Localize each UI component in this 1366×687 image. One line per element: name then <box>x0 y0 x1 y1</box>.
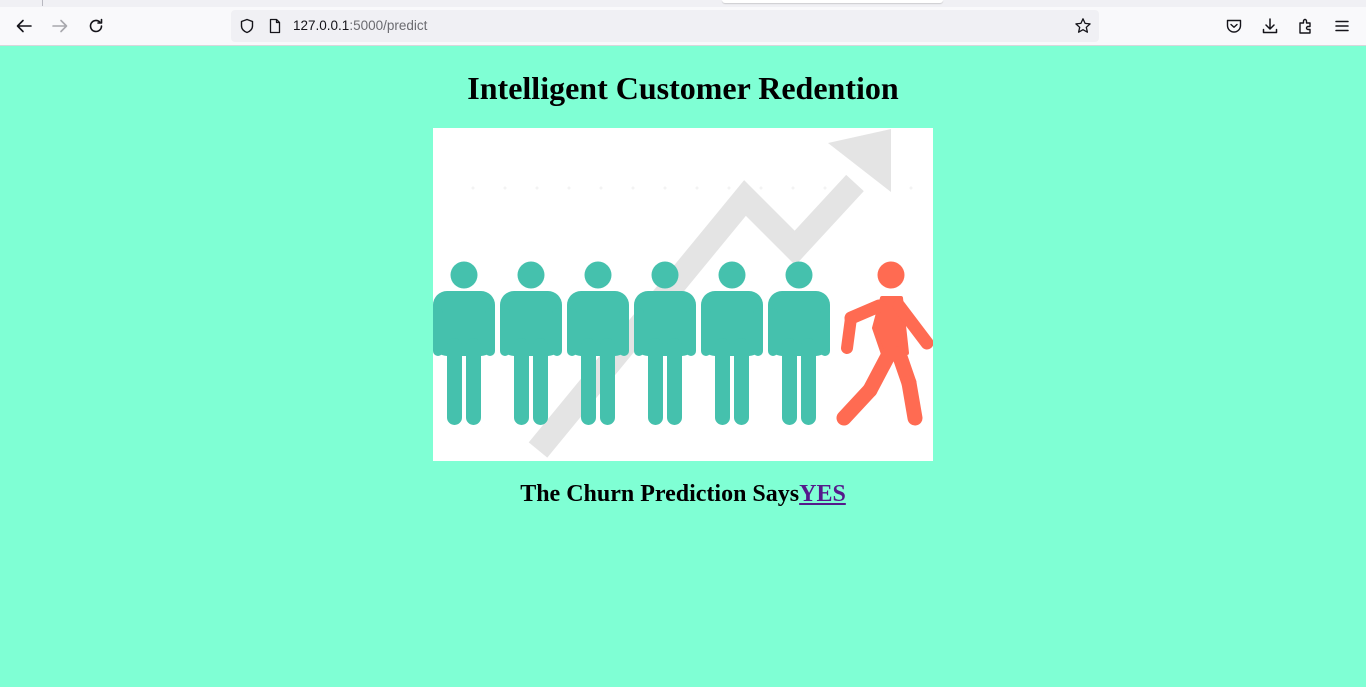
reload-button[interactable] <box>81 11 111 41</box>
arrow-left-icon <box>16 19 32 33</box>
puzzle-icon <box>1299 18 1311 34</box>
tab-strip <box>0 0 1366 7</box>
shield-icon[interactable] <box>239 18 255 34</box>
url-host: 127.0.0.1 <box>293 18 350 33</box>
churn-illustration <box>433 128 934 461</box>
reload-icon <box>89 18 103 33</box>
star-icon[interactable] <box>1074 17 1092 35</box>
churn-illustration-graphic <box>433 129 934 458</box>
pocket-button[interactable] <box>1219 11 1249 41</box>
address-bar[interactable]: 127.0.0.1:5000/predict <box>231 10 1099 42</box>
leaving-customer-figure <box>836 261 934 426</box>
arrow-right-icon <box>52 19 68 33</box>
url-path: :5000/predict <box>349 18 428 33</box>
back-button[interactable] <box>9 11 39 41</box>
page-icon[interactable] <box>267 18 283 34</box>
download-icon <box>1262 18 1278 34</box>
tab-separator <box>42 0 43 6</box>
extensions-button[interactable] <box>1291 11 1321 41</box>
result-value-link[interactable]: YES <box>799 481 846 507</box>
page-title: Intelligent Customer Redention <box>467 70 899 106</box>
prediction-result: The Churn Prediction SaysYES <box>0 481 1366 508</box>
result-prefix: The Churn Prediction Says <box>520 481 800 507</box>
forward-button[interactable] <box>45 11 75 41</box>
pocket-icon <box>1226 19 1242 33</box>
url-text[interactable]: 127.0.0.1:5000/predict <box>293 18 427 33</box>
browser-toolbar: 127.0.0.1:5000/predict <box>0 7 1366 46</box>
hamburger-menu-icon <box>1335 20 1349 32</box>
menu-button[interactable] <box>1327 11 1357 41</box>
active-tab-edge[interactable] <box>722 0 943 3</box>
downloads-button[interactable] <box>1255 11 1285 41</box>
